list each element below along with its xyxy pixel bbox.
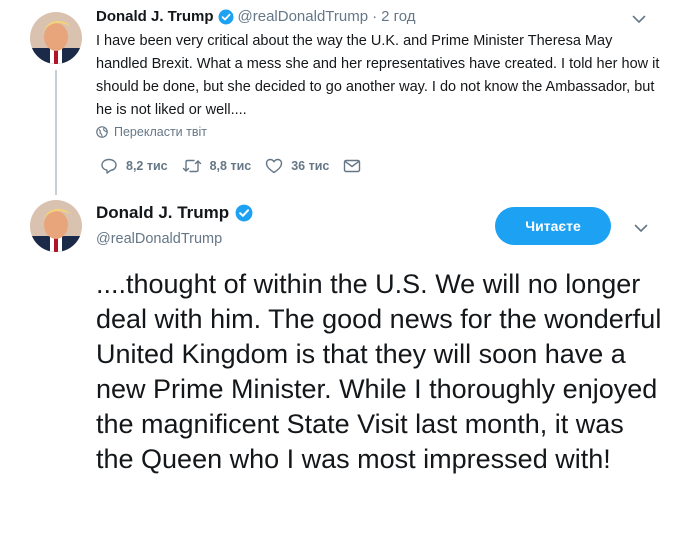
globe-icon <box>96 126 108 138</box>
author-name[interactable]: Donald J. Trump <box>96 203 229 223</box>
reply-icon <box>101 158 117 174</box>
following-button[interactable]: Читаєте <box>495 207 611 245</box>
direct-message-button[interactable] <box>343 157 369 175</box>
translate-label: Перекласти твіт <box>114 125 207 139</box>
separator-dot: · <box>372 8 378 25</box>
avatar[interactable] <box>30 12 82 64</box>
like-count: 36 тис <box>291 159 330 173</box>
tweet-actions: 8,2 тис 8,8 тис 36 тис <box>100 157 383 175</box>
tweet-text: ....thought of within the U.S. We will n… <box>96 269 662 474</box>
avatar[interactable] <box>30 200 82 252</box>
retweet-count: 8,8 тис <box>209 159 252 173</box>
author-name[interactable]: Donald J. Trump <box>96 8 214 25</box>
heart-icon <box>266 158 283 174</box>
reply-button[interactable]: 8,2 тис <box>100 157 168 175</box>
chevron-down-icon[interactable] <box>632 219 650 237</box>
verified-badge-icon <box>218 9 234 25</box>
author-handle[interactable]: @realDonaldTrump <box>96 231 222 247</box>
retweet-icon <box>182 159 201 173</box>
like-button[interactable]: 36 тис <box>265 157 329 175</box>
tweet-text: I have been very critical about the way … <box>96 33 660 118</box>
tweet-header: Donald J. Trump @realDonaldTrump · 2 год <box>96 8 416 25</box>
author-handle[interactable]: @realDonaldTrump <box>238 8 369 25</box>
author-name-row: Donald J. Trump <box>96 203 253 223</box>
verified-badge-icon <box>235 204 253 222</box>
envelope-icon <box>344 159 361 173</box>
tweet-timestamp[interactable]: 2 год <box>381 8 415 25</box>
retweet-button[interactable]: 8,8 тис <box>182 157 252 175</box>
chevron-down-icon[interactable] <box>630 10 648 28</box>
thread-line <box>55 70 57 195</box>
reply-count: 8,2 тис <box>126 159 168 173</box>
translate-tweet-link[interactable]: Перекласти твіт <box>96 125 207 139</box>
